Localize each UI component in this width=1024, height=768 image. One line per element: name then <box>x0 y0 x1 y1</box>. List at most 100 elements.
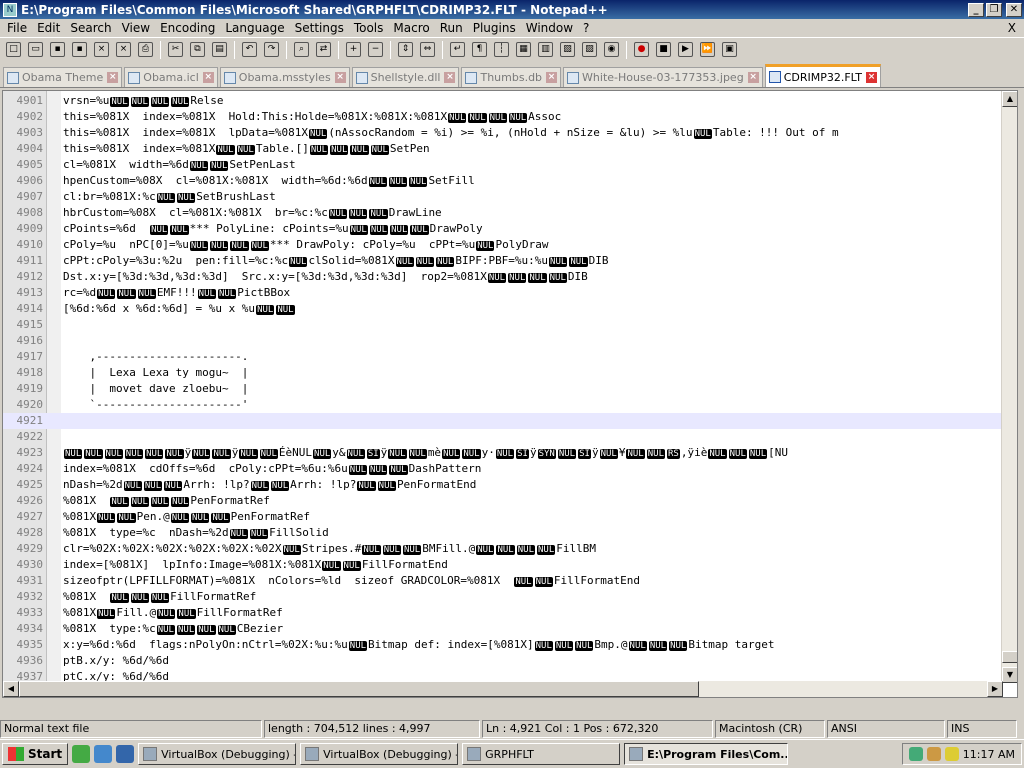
save-macro-button[interactable]: ▣ <box>719 40 740 60</box>
menu-window[interactable]: Window <box>521 21 578 35</box>
redo-button[interactable]: ↷ <box>261 40 282 60</box>
tab-close-icon[interactable]: × <box>444 72 456 83</box>
indent-guide-button[interactable]: ┆ <box>491 40 512 60</box>
notepadpp-app-icon[interactable]: N <box>3 2 17 17</box>
user-lang-button[interactable]: ▦ <box>513 40 534 60</box>
code-line: 4928 %081X type=%c nDash=%2d NUL NUL FillSol… <box>3 525 1005 541</box>
menu-view[interactable]: View <box>117 21 155 35</box>
tab-white-house-03-177353-jpeg[interactable]: White-House-03-177353.jpeg × <box>563 67 763 87</box>
save-button[interactable]: ▪ <box>47 40 68 60</box>
vertical-scroll-thumb[interactable] <box>1002 651 1017 663</box>
text-lines[interactable]: 4901 vrsn=%u NUL NUL NUL NUL Relse 4902 this=%08… <box>3 93 1005 697</box>
replace-button[interactable]: ⇄ <box>313 40 334 60</box>
vertical-scrollbar[interactable]: ▲ ▼ <box>1001 91 1017 683</box>
word-wrap-button[interactable]: ↵ <box>447 40 468 60</box>
horizontal-scroll-thumb[interactable] <box>19 681 699 697</box>
func-list-button[interactable]: ▧ <box>557 40 578 60</box>
scroll-down-arrow-icon[interactable]: ▼ <box>1002 667 1017 683</box>
monitor-button[interactable]: ◉ <box>601 40 622 60</box>
tab-obama-msstyles[interactable]: Obama.msstyles × <box>219 67 350 87</box>
close-button[interactable]: ✕ <box>1006 2 1022 17</box>
tab-close-icon[interactable]: × <box>107 72 119 83</box>
network-tray-icon[interactable] <box>908 747 923 761</box>
sync-scroll-v-button[interactable]: ⇕ <box>395 40 416 60</box>
stop-record-button[interactable]: ■ <box>653 40 674 60</box>
show-all-chars-button[interactable]: ¶ <box>469 40 490 60</box>
menu-tools[interactable]: Tools <box>349 21 389 35</box>
browser-quicklaunch-icon[interactable] <box>94 745 113 763</box>
print-button[interactable]: ⎙ <box>135 40 156 60</box>
editor-area[interactable]: 4901 vrsn=%u NUL NUL NUL NUL Relse 4902 this=%08… <box>2 90 1018 698</box>
taskbar-button[interactable]: VirtualBox (Debugging) - ... <box>138 743 297 765</box>
tab-close-icon[interactable]: × <box>202 72 214 83</box>
folder-workspace-button[interactable]: ▨ <box>579 40 600 60</box>
control-char-badge: NUL <box>137 289 156 299</box>
tab-close-icon[interactable]: × <box>334 72 346 83</box>
title-bar[interactable]: N E:\Program Files\Common Files\Microsof… <box>0 0 1024 19</box>
doc-map-button[interactable]: ▥ <box>535 40 556 60</box>
line-text: `----------------------' <box>63 398 249 411</box>
menu-run[interactable]: Run <box>435 21 468 35</box>
minimize-button[interactable]: _ <box>968 2 984 17</box>
file-icon <box>128 71 141 84</box>
code-line: 4906 hpenCustom=%08X cl=%081X:%081X width… <box>3 173 1005 189</box>
cut-button[interactable]: ✂ <box>165 40 186 60</box>
menu-search[interactable]: Search <box>65 21 116 35</box>
menu-help[interactable]: ? <box>578 21 594 35</box>
menu-file[interactable]: File <box>2 21 32 35</box>
restore-button[interactable]: ❐ <box>986 2 1002 17</box>
update-tray-icon[interactable] <box>926 747 941 761</box>
close-button[interactable]: × <box>91 40 112 60</box>
control-char-badge: NUL <box>170 513 190 523</box>
save-all-button[interactable]: ▪ <box>69 40 90 60</box>
run-macro-multiple-button[interactable]: ⏩ <box>697 40 718 60</box>
paste-icon: ▤ <box>212 42 227 57</box>
menu-edit[interactable]: Edit <box>32 21 65 35</box>
zoom-in-button[interactable]: + <box>343 40 364 60</box>
tab-obama-theme[interactable]: Obama Theme × <box>3 67 123 87</box>
search-tray-icon[interactable] <box>944 747 959 761</box>
scroll-up-arrow-icon[interactable]: ▲ <box>1002 91 1017 107</box>
menu-encoding[interactable]: Encoding <box>155 21 220 35</box>
control-char-badge: NUL <box>322 561 341 571</box>
scroll-left-arrow-icon[interactable]: ◀ <box>3 681 19 697</box>
tab-close-icon[interactable]: × <box>747 72 759 83</box>
taskbar-button[interactable]: E:\Program Files\Com... <box>624 743 789 765</box>
control-char-badge: NUL <box>239 449 258 459</box>
play-macro-button[interactable]: ▶ <box>675 40 696 60</box>
menu-macro[interactable]: Macro <box>388 21 434 35</box>
horizontal-scrollbar[interactable]: ◀ ▶ <box>3 681 1003 697</box>
undo-button[interactable]: ↶ <box>239 40 260 60</box>
document-close-icon[interactable]: X <box>1008 21 1016 35</box>
menu-plugins[interactable]: Plugins <box>468 21 521 35</box>
control-char-badge: NUL <box>377 481 396 491</box>
code-line: 4914 [%6d:%6d x %6d:%6d] = %u x %u NUL NUL <box>3 301 1005 317</box>
clock[interactable]: 11:17 AM <box>963 748 1015 761</box>
close-all-button[interactable]: × <box>113 40 134 60</box>
copy-button[interactable]: ⧉ <box>187 40 208 60</box>
start-label: Start <box>28 747 63 761</box>
paste-button[interactable]: ▤ <box>209 40 230 60</box>
tab-cdrimp32-flt[interactable]: CDRIMP32.FLT × <box>764 64 882 87</box>
open-file-button[interactable]: ▭ <box>25 40 46 60</box>
new-file-button[interactable]: □ <box>3 40 24 60</box>
control-char-badge: NUL <box>388 449 407 459</box>
tab-obama-icl[interactable]: Obama.icl × <box>124 67 218 87</box>
tab-label: Obama.msstyles <box>238 71 331 84</box>
taskbar-button[interactable]: VirtualBox (Debugging) - ... <box>300 743 459 765</box>
zoom-out-button[interactable]: − <box>365 40 386 60</box>
scroll-right-arrow-icon[interactable]: ▶ <box>987 681 1003 697</box>
sync-scroll-h-button[interactable]: ⇔ <box>417 40 438 60</box>
record-macro-button[interactable]: ● <box>631 40 652 60</box>
virtualbox-quicklaunch-icon[interactable] <box>116 745 135 763</box>
tab-close-icon[interactable]: × <box>866 71 878 83</box>
tab-close-icon[interactable]: × <box>546 72 558 83</box>
find-button[interactable]: ⌕ <box>291 40 312 60</box>
tab-shellstyle-dll[interactable]: Shellstyle.dll × <box>351 67 460 87</box>
start-button[interactable]: Start <box>2 743 69 765</box>
taskbar-button[interactable]: GRPHFLT <box>462 743 621 765</box>
show-desktop-icon[interactable] <box>72 745 91 763</box>
menu-language[interactable]: Language <box>220 21 289 35</box>
tab-thumbs-db[interactable]: Thumbs.db × <box>461 67 562 87</box>
menu-settings[interactable]: Settings <box>290 21 349 35</box>
